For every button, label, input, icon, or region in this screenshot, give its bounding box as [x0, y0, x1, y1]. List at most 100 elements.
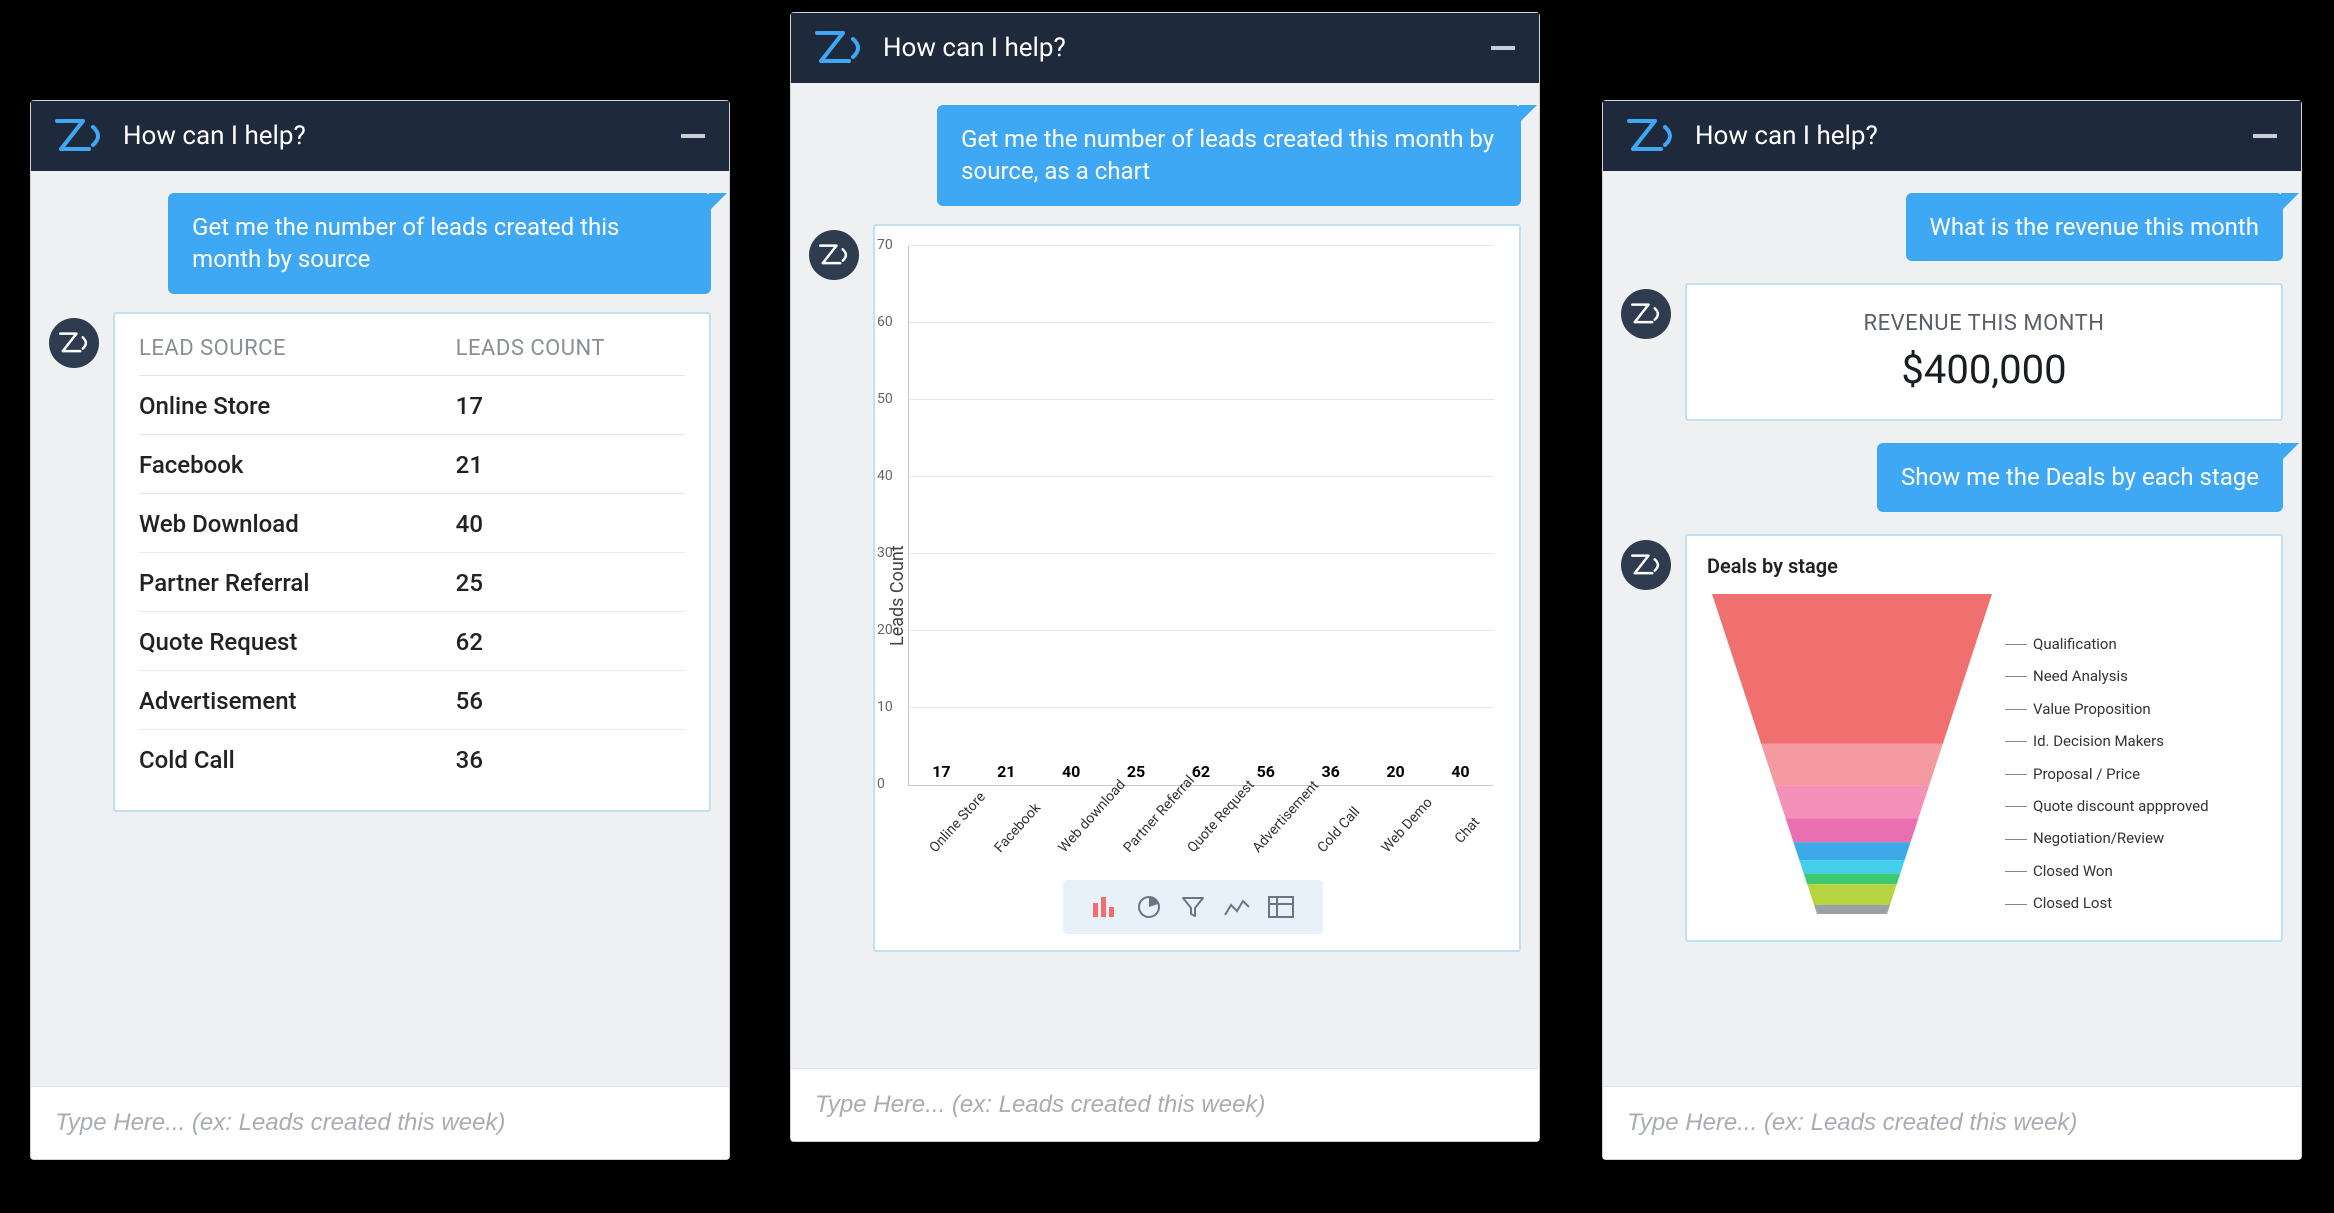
cell-source: Web Download	[139, 510, 456, 538]
bar-chart-icon[interactable]	[1087, 890, 1123, 924]
cell-count: 56	[456, 687, 483, 715]
funnel-legend-item: Value Proposition	[2005, 701, 2209, 718]
table-row: Partner Referral25	[139, 553, 685, 612]
cell-count: 21	[456, 451, 483, 479]
zia-logo-icon	[55, 119, 103, 153]
zia-logo-icon	[815, 31, 863, 65]
bar: 20	[1369, 762, 1423, 785]
panel-title: How can I help?	[123, 121, 661, 151]
funnel-legend-item: Id. Decision Makers	[2005, 733, 2209, 750]
bar: 17	[914, 762, 968, 785]
col-lead-source: LEAD SOURCE	[139, 336, 456, 361]
y-tick-label: 0	[877, 776, 885, 792]
chat-panel-2: How can I help? Get me the number of lea…	[790, 12, 1540, 1142]
bar-value-label: 36	[1322, 762, 1340, 781]
cell-source: Online Store	[139, 392, 456, 420]
table-row: Quote Request62	[139, 612, 685, 671]
message-input[interactable]	[1627, 1109, 2277, 1137]
table-header: LEAD SOURCE LEADS COUNT	[139, 336, 685, 376]
y-tick-label: 10	[877, 699, 893, 715]
bar-value-label: 21	[997, 762, 1015, 781]
user-message: Get me the number of leads created this …	[168, 193, 711, 294]
col-leads-count: LEADS COUNT	[456, 336, 605, 361]
cell-count: 25	[456, 569, 483, 597]
table-row: Cold Call36	[139, 730, 685, 788]
bot-avatar-icon	[1621, 540, 1671, 590]
user-message-row: Get me the number of leads created this …	[49, 193, 711, 294]
funnel-chart-icon[interactable]	[1175, 890, 1211, 924]
zia-logo-icon	[1627, 119, 1675, 153]
funnel-segment	[1807, 884, 1897, 905]
y-tick-label: 60	[877, 314, 893, 330]
cell-count: 36	[456, 746, 483, 774]
funnel-legend-item: Closed Lost	[2005, 895, 2209, 912]
leads-table-card: LEAD SOURCE LEADS COUNT Online Store17Fa…	[113, 312, 711, 812]
funnel-segment	[1775, 785, 1929, 818]
funnel-chart: Qualification Need Analysis Value Proposit…	[1707, 588, 2261, 918]
funnel-legend-item: Closed Won	[2005, 863, 2209, 880]
y-tick-label: 30	[877, 545, 893, 561]
funnel-segment	[1793, 842, 1910, 860]
funnel-legend-item: Qualification	[2005, 636, 2209, 653]
cell-source: Facebook	[139, 451, 456, 479]
panel-header: How can I help?	[791, 13, 1539, 83]
bar-value-label: 17	[932, 762, 950, 781]
funnel-segment	[1799, 860, 1904, 873]
funnel-segment	[1761, 743, 1943, 785]
pie-chart-icon[interactable]	[1131, 890, 1167, 924]
user-message-row: Show me the Deals by each stage	[1621, 443, 2283, 511]
user-message-row: Get me the number of leads created this …	[809, 105, 1521, 206]
table-row: Web Download40	[139, 494, 685, 553]
bot-avatar-icon	[1621, 289, 1671, 339]
funnel-legend-item: Need Analysis	[2005, 668, 2209, 685]
cell-source: Partner Referral	[139, 569, 456, 597]
funnel-title: Deals by stage	[1707, 554, 2261, 578]
minimize-button[interactable]	[1491, 46, 1515, 50]
bot-avatar-icon	[49, 318, 99, 368]
panel-body: Get me the number of leads created this …	[791, 83, 1539, 1068]
user-message-row: What is the revenue this month	[1621, 193, 2283, 261]
minimize-button[interactable]	[2253, 134, 2277, 138]
user-message: What is the revenue this month	[1906, 193, 2283, 261]
user-message: Show me the Deals by each stage	[1877, 443, 2283, 511]
table-row: Advertisement56	[139, 671, 685, 730]
funnel-legend-item: Proposal / Price	[2005, 766, 2209, 783]
funnel-legend-item: Negotiation/Review	[2005, 830, 2209, 847]
bot-response-row: REVENUE THIS MONTH $400,000	[1621, 283, 2283, 421]
cell-count: 40	[456, 510, 483, 538]
minimize-button[interactable]	[681, 134, 705, 138]
panel-body: Get me the number of leads created this …	[31, 171, 729, 1086]
funnel-svg	[1707, 588, 1997, 918]
panel-body: What is the revenue this month REVENUE T…	[1603, 171, 2301, 1086]
y-tick-label: 40	[877, 468, 893, 484]
bar-value-label: 20	[1386, 762, 1404, 781]
line-chart-icon[interactable]	[1219, 890, 1255, 924]
y-tick-label: 50	[877, 391, 893, 407]
bar-chart: Leads Count 0102030405060701721402562563…	[883, 246, 1503, 866]
message-input[interactable]	[55, 1109, 705, 1137]
cell-source: Quote Request	[139, 628, 456, 656]
bar: 40	[1433, 762, 1487, 785]
table-icon[interactable]	[1263, 890, 1299, 924]
cell-count: 62	[456, 628, 483, 656]
revenue-label: REVENUE THIS MONTH	[1697, 311, 2271, 336]
funnel-legend: Qualification Need Analysis Value Proposit…	[2005, 588, 2209, 918]
bar-value-label: 40	[1062, 762, 1080, 781]
bot-response-row: Deals by stage Qualification Need Analysi…	[1621, 534, 2283, 942]
bot-response-row: LEAD SOURCE LEADS COUNT Online Store17Fa…	[49, 312, 711, 812]
table-row: Online Store17	[139, 376, 685, 435]
bot-avatar-icon	[809, 230, 859, 280]
panel-header: How can I help?	[31, 101, 729, 171]
funnel-legend-item: Quote discount appproved	[2005, 798, 2209, 815]
panel-title: How can I help?	[883, 33, 1471, 63]
funnel-segment	[1712, 594, 1992, 744]
x-tick-label: Chat	[1443, 805, 1534, 895]
funnel-segment	[1804, 873, 1900, 883]
input-area	[791, 1068, 1539, 1141]
chat-panel-3: How can I help? What is the revenue this…	[1602, 100, 2302, 1160]
cell-source: Cold Call	[139, 746, 456, 774]
revenue-card: REVENUE THIS MONTH $400,000	[1685, 283, 2283, 421]
message-input[interactable]	[815, 1091, 1515, 1119]
table-row: Facebook21	[139, 435, 685, 494]
cell-count: 17	[456, 392, 483, 420]
